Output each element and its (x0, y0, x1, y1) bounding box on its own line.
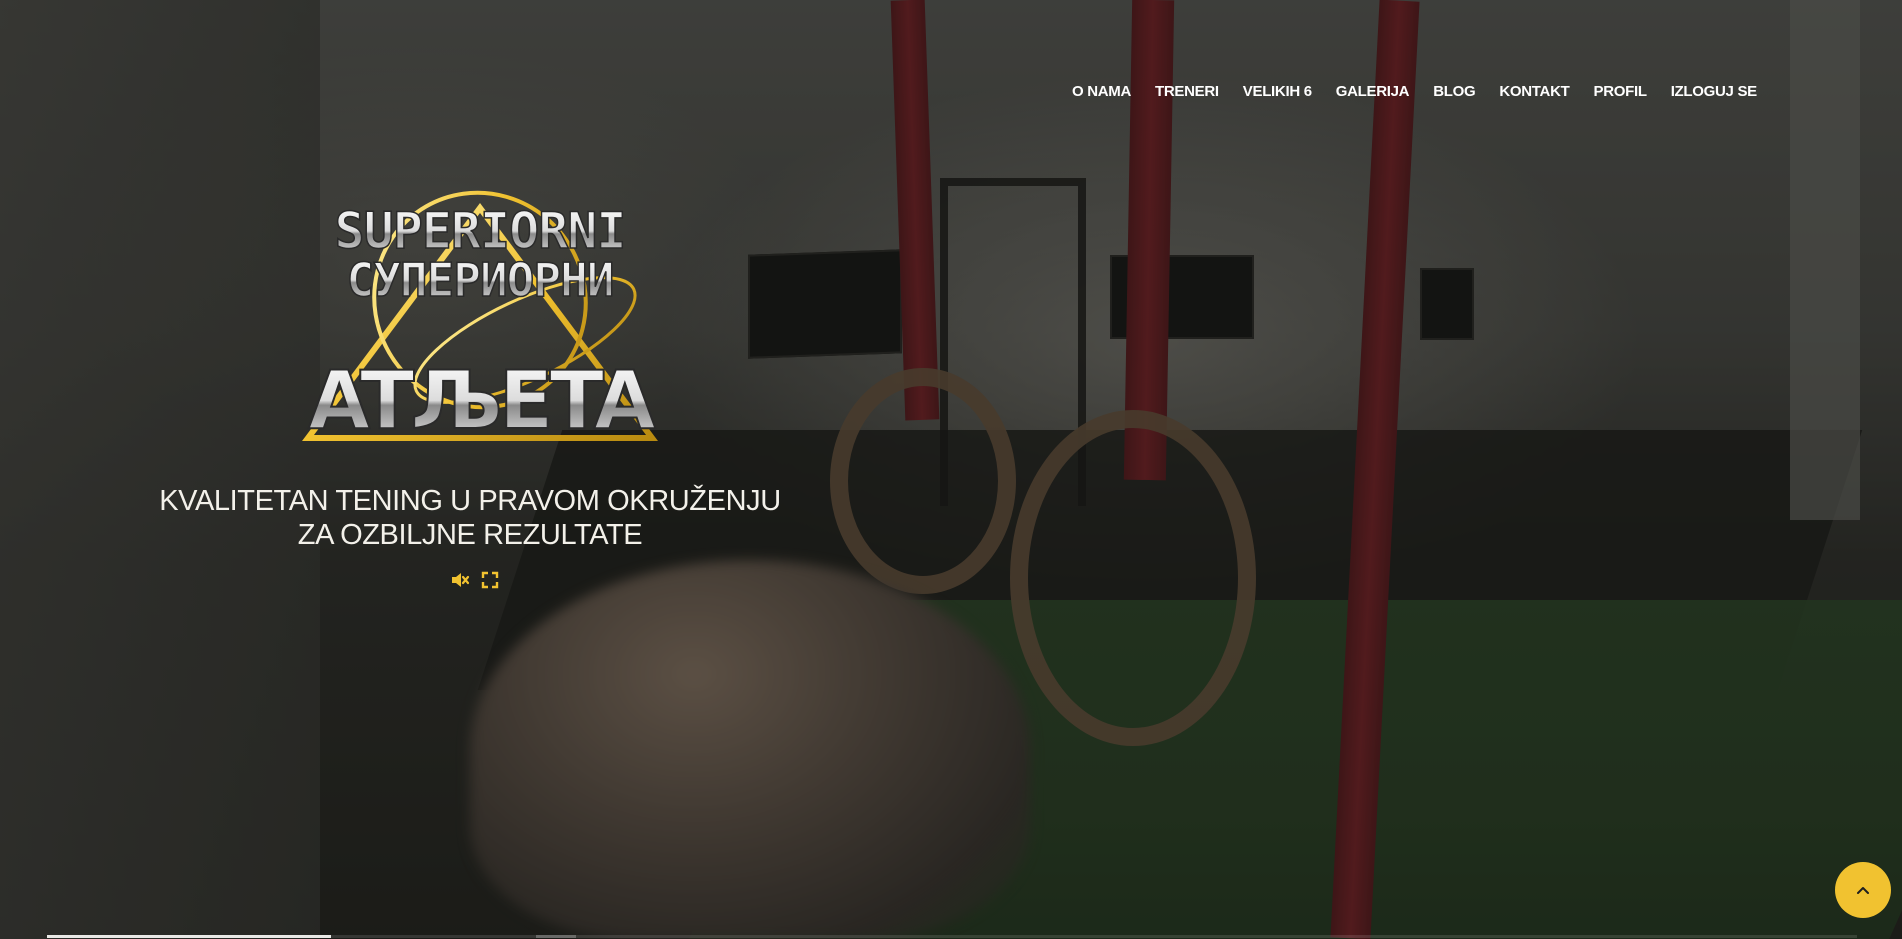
nav-item-velikih-6[interactable]: VELIKIH 6 (1231, 82, 1324, 102)
logo-line-atleta: ATЉETA (308, 354, 656, 447)
back-to-top-button[interactable] (1835, 862, 1891, 918)
video-dim-overlay (0, 0, 1902, 939)
hero-tagline-line1: KVALITETAN TENING U PRAVOM OKRUŽENJU (159, 485, 781, 517)
video-controls (450, 570, 500, 590)
nav-item-izloguj-se[interactable]: IZLOGUJ SE (1659, 82, 1769, 102)
nav-item-o-nama[interactable]: O NAMA (1060, 82, 1143, 102)
hero-video-background: O NAMA TRENERI VELIKIH 6 GALERIJA BLOG K… (0, 0, 1902, 939)
video-progress-bar[interactable] (47, 935, 1857, 938)
fullscreen-icon[interactable] (480, 570, 500, 590)
site-logo[interactable]: SUPERIORNI СУПЕРИОРНИ ATЉETA (280, 190, 680, 450)
video-progress-played (47, 935, 332, 938)
nav-item-galerija[interactable]: GALERIJA (1324, 82, 1421, 102)
main-nav: O NAMA TRENERI VELIKIH 6 GALERIJA BLOG K… (1060, 82, 1769, 102)
hero-tagline-line2: ZA OZBILJNE REZULTATE (297, 519, 643, 551)
chevron-up-icon (1857, 887, 1869, 894)
video-progress-buffered (535, 935, 576, 938)
nav-item-blog[interactable]: BLOG (1421, 82, 1487, 102)
nav-item-treneri[interactable]: TRENERI (1143, 82, 1231, 102)
speaker-muted-icon[interactable] (450, 570, 470, 590)
nav-item-kontakt[interactable]: KONTAKT (1487, 82, 1581, 102)
logo-line-cyrillic: СУПЕРИОРНИ (347, 253, 614, 307)
nav-item-profil[interactable]: PROFIL (1581, 82, 1658, 102)
hero-tagline: KVALITETAN TENING U PRAVOM OKRUŽENJU ZA … (140, 484, 800, 552)
logo-line-superiorni: SUPERIORNI (334, 202, 625, 260)
